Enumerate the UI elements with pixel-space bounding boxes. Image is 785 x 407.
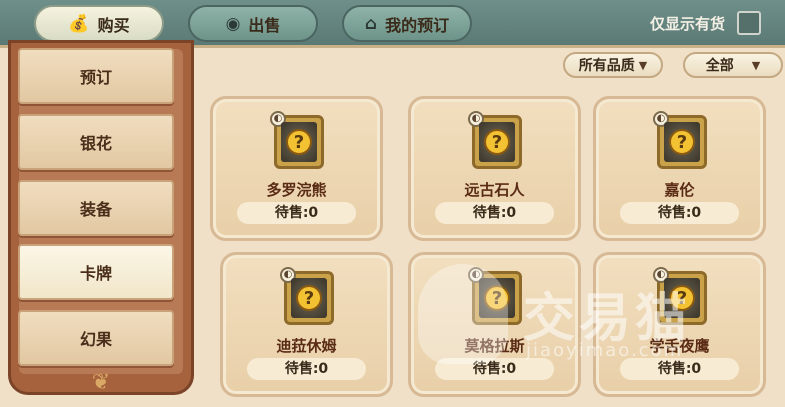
card-image: ◐ ? [468, 111, 522, 169]
card-stock: 待售:0 [237, 202, 356, 224]
quality-filter-dropdown[interactable]: 所有品质 ▼ [563, 52, 663, 78]
in-stock-label: 仅显示有货 [649, 15, 725, 33]
sidebar-ornament-icon: ❦ [91, 370, 111, 395]
card-image: ◐ ? [653, 111, 707, 169]
card-image: ◐ ? [280, 267, 334, 325]
sidebar-item-label: 装备 [79, 200, 112, 219]
sidebar-item-label: 幻果 [79, 330, 112, 349]
card-item[interactable]: ◐ ? 嘉伦 待售:0 [593, 96, 766, 241]
card-stock: 待售:0 [435, 358, 554, 380]
card-name: 学舌夜鹰 [649, 337, 710, 355]
card-item[interactable]: ◐ ? 迪菈休姆 待售:0 [220, 252, 393, 397]
card-image: ◐ ? [270, 111, 324, 169]
sidebar-item-cards[interactable]: 卡牌 [18, 244, 174, 300]
question-mark-icon: ? [669, 129, 695, 155]
chevron-down-icon: ▼ [751, 58, 761, 72]
question-mark-icon: ? [286, 129, 312, 155]
coins-icon: ◉ [225, 13, 241, 34]
sidebar-item-label: 卡牌 [79, 264, 112, 283]
question-mark-icon: ? [484, 129, 510, 155]
sidebar-item-equipment[interactable]: 装备 [18, 180, 174, 236]
card-item[interactable]: ◐ ? 学舌夜鹰 待售:0 [593, 252, 766, 397]
card-stock: 待售:0 [620, 202, 739, 224]
card-image: ◐ ? [468, 267, 522, 325]
card-item[interactable]: ◐ ? 多罗浣熊 待售:0 [210, 96, 383, 241]
category-filter-dropdown[interactable]: 全部 ▼ [683, 52, 783, 78]
card-name: 远古石人 [464, 181, 525, 199]
category-filter-value: 全部 [705, 58, 734, 74]
question-mark-icon: ? [484, 285, 510, 311]
sidebar-item-label: 银花 [79, 134, 112, 153]
tab-buy-label: 购买 [97, 15, 130, 35]
money-bag-icon: 💰 [68, 13, 90, 34]
tab-buy[interactable]: 💰 购买 [34, 5, 164, 42]
card-name: 多罗浣熊 [266, 181, 327, 199]
card-name: 莫格拉斯 [464, 337, 525, 355]
card-stock: 待售:0 [247, 358, 366, 380]
question-mark-icon: ? [669, 285, 695, 311]
quality-filter-value: 所有品质 [578, 58, 635, 74]
tab-my-reservations[interactable]: ⌂ 我的预订 [342, 5, 472, 42]
card-stock: 待售:0 [620, 358, 739, 380]
card-item[interactable]: ◐ ? 远古石人 待售:0 [408, 96, 581, 241]
tab-sell[interactable]: ◉ 出售 [188, 5, 318, 42]
card-image: ◐ ? [653, 267, 707, 325]
tab-sell-label: 出售 [248, 15, 281, 35]
question-mark-icon: ? [296, 285, 322, 311]
chevron-down-icon: ▼ [638, 58, 648, 72]
sidebar-item-fruit[interactable]: 幻果 [18, 310, 174, 366]
card-name: 迪菈休姆 [276, 337, 337, 355]
card-item[interactable]: ◐ ? 莫格拉斯 待售:0 [408, 252, 581, 397]
card-stock: 待售:0 [435, 202, 554, 224]
sidebar-item-silverflower[interactable]: 银花 [18, 114, 174, 170]
in-stock-checkbox[interactable] [737, 11, 761, 35]
tab-my-reservations-label: 我的预订 [385, 15, 450, 35]
sidebar-item-reserve[interactable]: 预订 [18, 48, 174, 104]
card-name: 嘉伦 [664, 181, 695, 199]
shop-icon: ⌂ [364, 13, 378, 34]
sidebar-item-label: 预订 [79, 68, 112, 87]
card-grid: ◐ ? 多罗浣熊 待售:0 ◐ ? 远古石人 待售:0 ◐ ? 嘉伦 待售:0 … [206, 82, 781, 402]
